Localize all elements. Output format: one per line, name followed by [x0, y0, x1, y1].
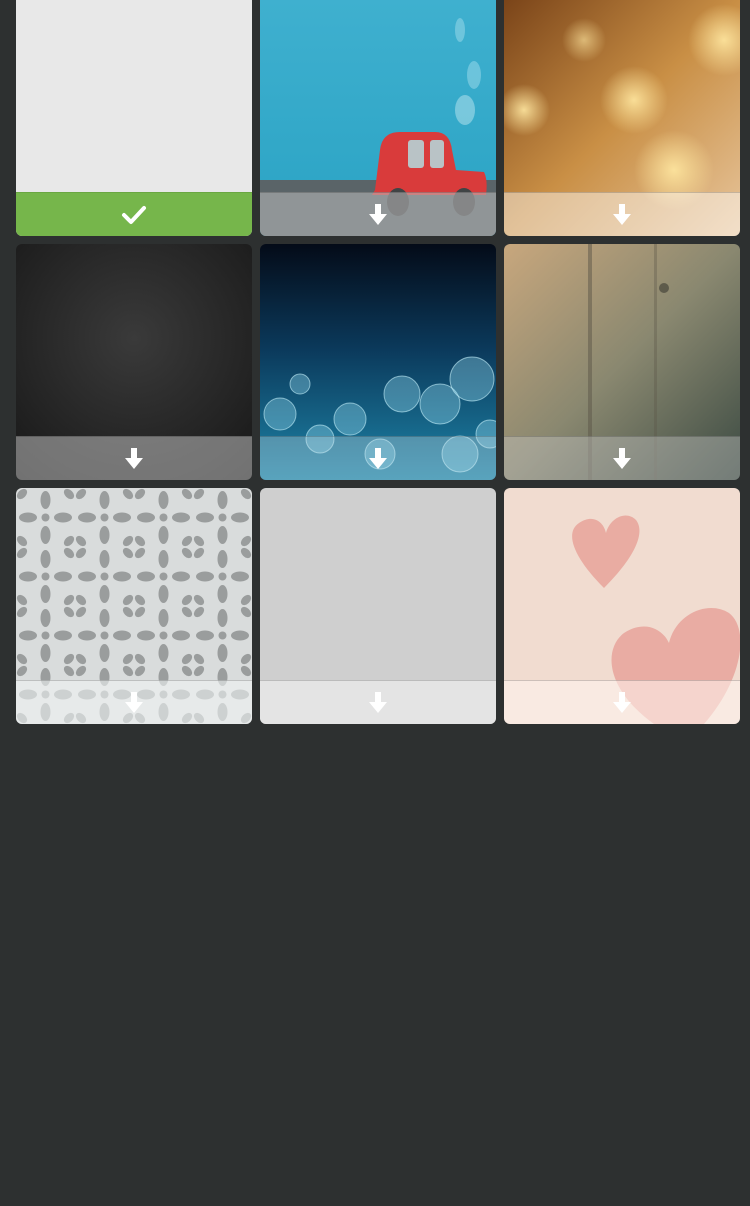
wallpaper-tile-pink-hearts[interactable] [504, 488, 740, 724]
download-bar[interactable] [504, 192, 740, 236]
selected-bar[interactable] [16, 192, 252, 236]
download-bar[interactable] [260, 436, 496, 480]
wallpaper-tile-blue-bokeh-night[interactable] [260, 244, 496, 480]
wallpaper-tile-blue-sky-red-car[interactable] [260, 0, 496, 236]
download-bar[interactable] [16, 436, 252, 480]
download-arrow-icon [365, 690, 391, 716]
download-arrow-icon [609, 690, 635, 716]
wallpaper-tile-plain-silver-texture[interactable] [260, 488, 496, 724]
wallpaper-tile-golden-bokeh[interactable] [504, 0, 740, 236]
wallpaper-tile-gray-damask-pattern[interactable] [16, 488, 252, 724]
download-bar[interactable] [16, 680, 252, 724]
wallpaper-picker-screen [0, 0, 750, 1206]
download-bar[interactable] [260, 192, 496, 236]
download-bar[interactable] [260, 680, 496, 724]
download-arrow-icon [121, 446, 147, 472]
download-arrow-icon [121, 690, 147, 716]
download-bar[interactable] [504, 680, 740, 724]
download-arrow-icon [609, 446, 635, 472]
checkmark-icon [121, 202, 147, 228]
wallpaper-tile-plain-light-gray[interactable] [16, 0, 252, 236]
download-arrow-icon [365, 202, 391, 228]
download-arrow-icon [609, 202, 635, 228]
download-bar[interactable] [504, 436, 740, 480]
wallpaper-tile-foggy-window[interactable] [504, 244, 740, 480]
download-arrow-icon [365, 446, 391, 472]
wallpaper-tile-dark-leather[interactable] [16, 244, 252, 480]
wallpaper-grid [16, 0, 740, 724]
